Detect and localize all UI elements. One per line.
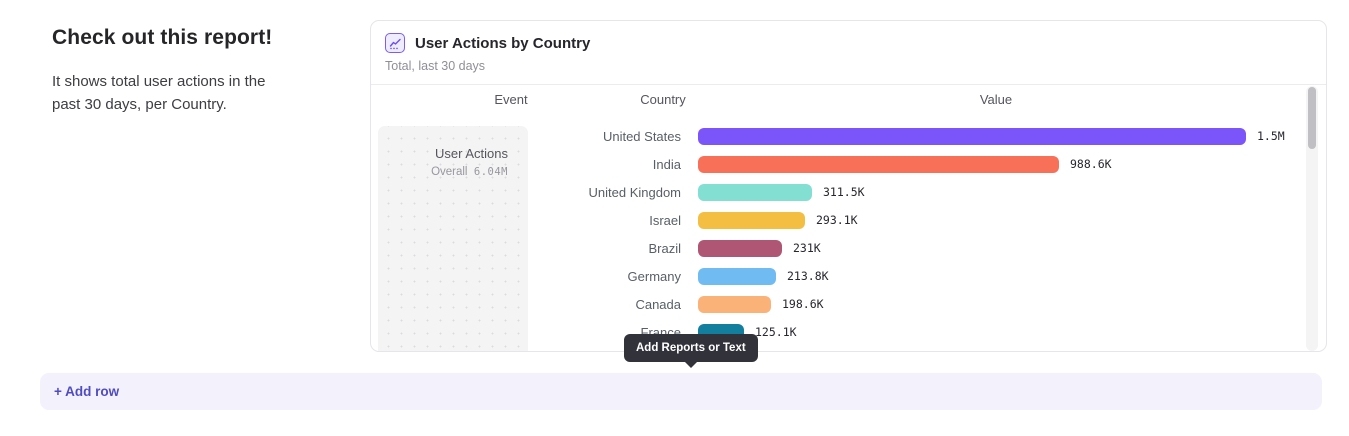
report-title: User Actions by Country — [415, 35, 590, 52]
table-row: Brazil 231K — [371, 234, 1301, 262]
country-label: Germany — [371, 269, 681, 284]
country-label: Brazil — [371, 241, 681, 256]
value-bar[interactable] — [698, 240, 782, 257]
scrollbar-track[interactable] — [1306, 86, 1318, 351]
value-label: 311.5K — [823, 185, 865, 199]
tooltip-label: Add Reports or Text — [636, 342, 746, 354]
table-row: India 988.6K — [371, 150, 1301, 178]
page-description: It shows total user actions in the past … — [52, 70, 292, 117]
country-label: Canada — [371, 297, 681, 312]
bar-chart-rows: United States 1.5M India 988.6K United Kingd… — [371, 122, 1301, 346]
add-row-button[interactable]: + Add row — [40, 373, 1322, 410]
report-subtitle: Total, last 30 days — [385, 59, 1312, 73]
value-label: 198.6K — [782, 297, 824, 311]
value-label: 125.1K — [755, 325, 797, 339]
country-label: United States — [371, 129, 681, 144]
value-bar[interactable] — [698, 212, 805, 229]
value-label: 213.8K — [787, 269, 829, 283]
value-bar[interactable] — [698, 128, 1246, 145]
add-row-label: + Add row — [54, 384, 119, 399]
table-row: Israel 293.1K — [371, 206, 1301, 234]
value-label: 988.6K — [1070, 157, 1112, 171]
report-card[interactable]: User Actions by Country Total, last 30 d… — [370, 20, 1327, 352]
scrollbar-thumb[interactable] — [1308, 87, 1316, 149]
table-row: Canada 198.6K — [371, 290, 1301, 318]
page-title: Check out this report! — [52, 26, 312, 50]
value-bar[interactable] — [698, 268, 776, 285]
intro-text-block: Check out this report! It shows total us… — [52, 26, 312, 117]
country-label: India — [371, 157, 681, 172]
value-bar[interactable] — [698, 184, 812, 201]
tooltip-arrow — [684, 361, 698, 368]
column-header-value: Value — [980, 92, 1012, 107]
column-header-country: Country — [640, 92, 686, 107]
table-row: United States 1.5M — [371, 122, 1301, 150]
table-row: France125.1K — [371, 318, 1301, 346]
report-card-header: User Actions by Country Total, last 30 d… — [371, 21, 1326, 85]
value-bar[interactable] — [698, 296, 771, 313]
value-label: 1.5M — [1257, 129, 1285, 143]
column-header-event: Event — [494, 92, 527, 107]
report-builder-page: Check out this report! It shows total us… — [0, 0, 1349, 436]
line-chart-icon — [385, 33, 405, 53]
value-bar[interactable] — [698, 156, 1059, 173]
add-reports-tooltip: Add Reports or Text — [624, 334, 758, 362]
table-row: United Kingdom 311.5K — [371, 178, 1301, 206]
value-label: 231K — [793, 241, 821, 255]
value-label: 293.1K — [816, 213, 858, 227]
country-label: United Kingdom — [371, 185, 681, 200]
country-label: Israel — [371, 213, 681, 228]
table-row: Germany 213.8K — [371, 262, 1301, 290]
